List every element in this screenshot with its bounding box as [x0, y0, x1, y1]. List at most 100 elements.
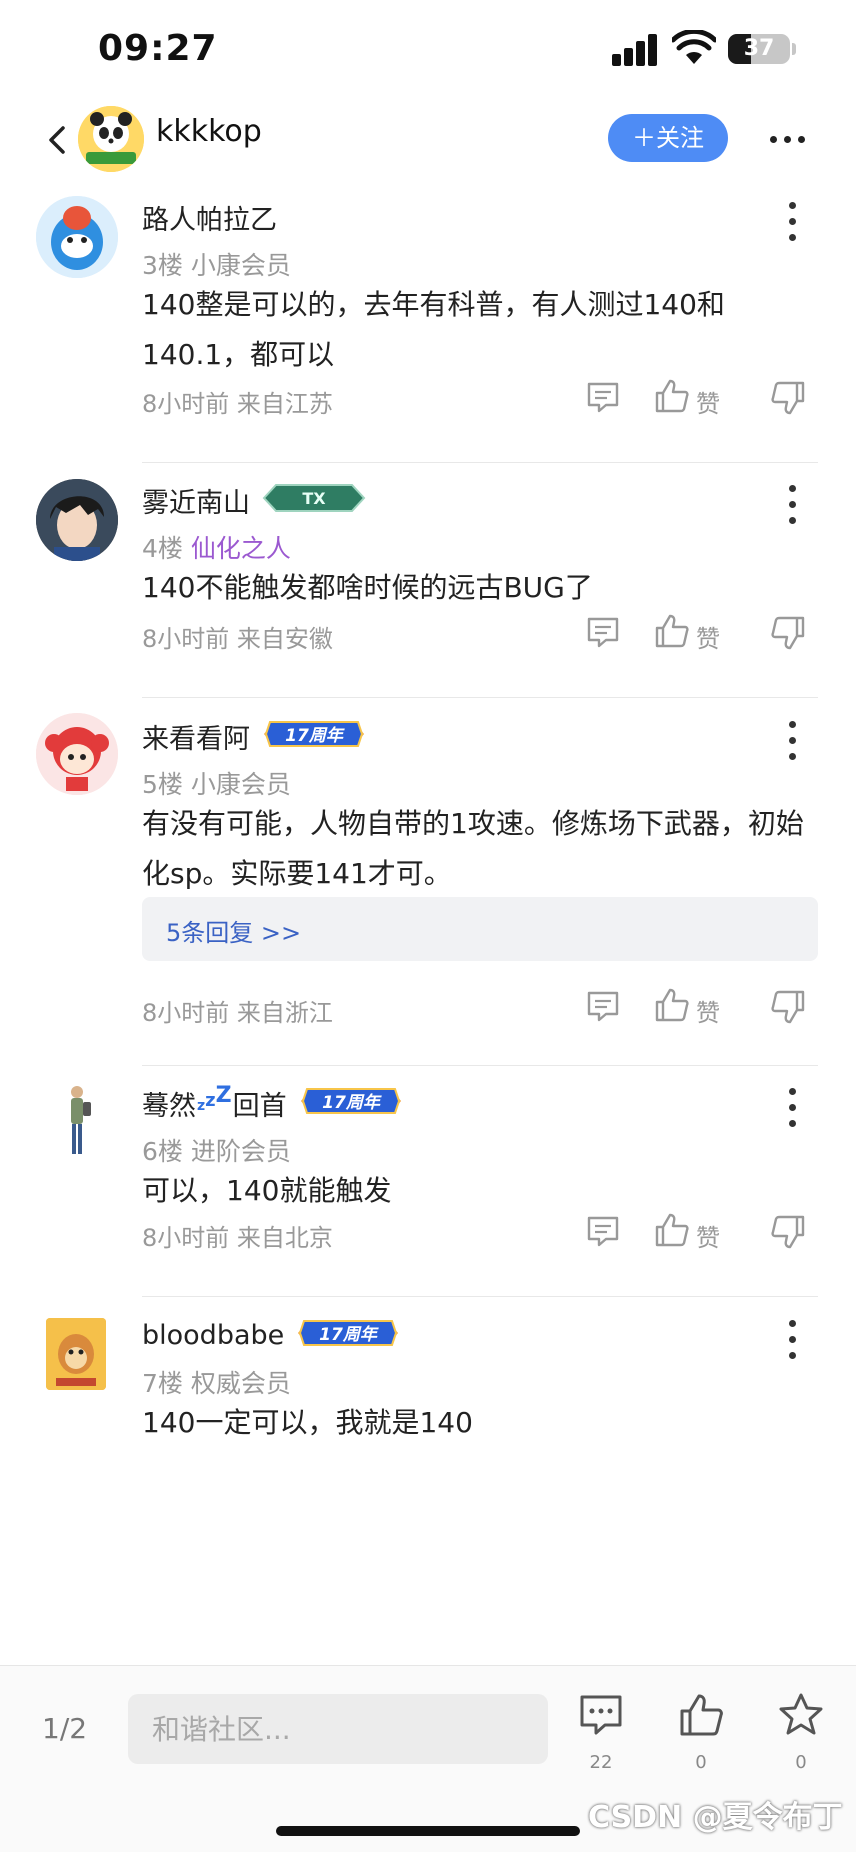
- anniversary-badge: 17周年: [296, 1317, 400, 1353]
- replies-link[interactable]: 5条回复 >>: [166, 913, 301, 948]
- more-options-icon[interactable]: [770, 124, 806, 154]
- reply-icon[interactable]: [586, 989, 620, 1023]
- floor-number: 6楼: [142, 1137, 183, 1166]
- bottom-action-bar: 1/2 22 0 0 CSDN @夏令布丁: [0, 1665, 856, 1852]
- username[interactable]: 雾近南山: [142, 481, 250, 520]
- like-label[interactable]: 赞: [696, 1218, 720, 1253]
- page-indicator[interactable]: 1/2: [42, 1712, 87, 1745]
- floor-number: 3楼: [142, 251, 183, 280]
- anniversary-badge: 17周年: [299, 1085, 403, 1121]
- time-location: 8小时前 来自江苏: [142, 390, 333, 418]
- like-icon[interactable]: [654, 378, 690, 414]
- member-level: 进阶会员: [190, 1137, 291, 1166]
- follow-button[interactable]: ＋关注: [608, 114, 728, 162]
- star-count: 0: [795, 1752, 807, 1773]
- comments-icon[interactable]: [578, 1692, 624, 1738]
- divider: [142, 1065, 818, 1066]
- member-level: 仙化之人: [190, 534, 291, 563]
- watermark: CSDN @夏令布丁: [588, 1800, 843, 1835]
- post-meta: 7楼 权威会员: [142, 1364, 291, 1400]
- username-row: 来看看阿 17周年: [142, 717, 366, 756]
- back-icon[interactable]: [38, 120, 78, 160]
- post-meta: 3楼 小康会员: [142, 246, 291, 282]
- reply-icon[interactable]: [586, 380, 620, 414]
- post-footer: 8小时前 来自北京 赞: [142, 1212, 818, 1254]
- post-meta: 5楼 小康会员: [142, 765, 291, 801]
- badge-text: 17周年: [322, 1093, 382, 1113]
- post-footer: 8小时前 来自安徽 赞: [142, 613, 818, 655]
- comment-text: 140整是可以的，去年有科普，有人测过140和140.1，都可以: [142, 288, 725, 371]
- time-location: 8小时前 来自浙江: [142, 999, 333, 1027]
- comment-text: 140不能触发都啥时候的远古BUG了: [142, 571, 593, 604]
- avatar[interactable]: [36, 196, 118, 278]
- post-footer: 8小时前 来自浙江 赞: [142, 987, 818, 1029]
- like-label[interactable]: 赞: [696, 619, 720, 654]
- like-label[interactable]: 赞: [696, 993, 720, 1028]
- username[interactable]: 路人帕拉乙: [142, 198, 277, 237]
- badge-text: TX: [302, 489, 326, 508]
- like-icon[interactable]: [654, 987, 690, 1023]
- post-more-icon[interactable]: [784, 1320, 800, 1360]
- comment-text: 有没有可能，人物自带的1攻速。修炼场下武器，初始化sp。实际要141才可。: [142, 807, 804, 890]
- username[interactable]: bloodbabe: [142, 1320, 284, 1351]
- like-icon[interactable]: [654, 613, 690, 649]
- comment-feed[interactable]: 路人帕拉乙 3楼 小康会员 140整是可以的，去年有科普，有人测过140和140…: [0, 180, 856, 1665]
- time-location: 8小时前 来自安徽: [142, 625, 333, 653]
- tx-badge: TX: [262, 483, 366, 517]
- post-more-icon[interactable]: [784, 202, 800, 242]
- post-more-icon[interactable]: [784, 1088, 800, 1128]
- battery-tip: [792, 43, 796, 55]
- like-count: 0: [695, 1752, 707, 1773]
- status-time: 09:27: [98, 28, 218, 69]
- member-level: 权威会员: [190, 1369, 291, 1398]
- post-footer: 8小时前 来自江苏 赞: [142, 378, 818, 420]
- username-row: bloodbabe 17周年: [142, 1318, 400, 1352]
- status-bar: 09:27 37: [0, 0, 856, 100]
- battery-level: 37: [743, 36, 775, 61]
- anniversary-badge: 17周年: [262, 718, 366, 754]
- username-suffix[interactable]: 回首: [233, 1084, 287, 1123]
- reply-icon[interactable]: [586, 1214, 620, 1248]
- avatar[interactable]: [36, 713, 118, 795]
- dislike-icon[interactable]: [770, 989, 806, 1025]
- dislike-icon[interactable]: [770, 380, 806, 416]
- divider: [142, 697, 818, 698]
- reply-input[interactable]: [128, 1694, 548, 1764]
- like-icon[interactable]: [654, 1212, 690, 1248]
- author-username[interactable]: kkkkop: [156, 114, 262, 149]
- divider: [142, 1296, 818, 1297]
- dislike-icon[interactable]: [770, 615, 806, 651]
- post-meta: 4楼 仙化之人: [142, 529, 291, 565]
- battery-icon: 37: [728, 34, 790, 64]
- comment-text: 140一定可以，我就是140: [142, 1406, 473, 1439]
- floor-number: 4楼: [142, 534, 183, 563]
- avatar[interactable]: [36, 1080, 118, 1162]
- star-icon[interactable]: [778, 1692, 824, 1738]
- dislike-icon[interactable]: [770, 1214, 806, 1250]
- cellular-signal-icon: [612, 34, 662, 66]
- username[interactable]: 蓦然: [142, 1084, 196, 1123]
- author-avatar[interactable]: [78, 106, 144, 172]
- comment-count: 22: [589, 1752, 613, 1773]
- member-level: 小康会员: [190, 770, 291, 799]
- reply-icon[interactable]: [586, 615, 620, 649]
- avatar[interactable]: [46, 1318, 106, 1390]
- badge-text: 17周年: [319, 1325, 379, 1345]
- sleep-zzz-icon: zzZ: [197, 1082, 232, 1114]
- thread-header: kkkkop ＋关注: [0, 100, 856, 180]
- comment-text: 可以，140就能触发: [142, 1174, 392, 1207]
- floor-number: 5楼: [142, 770, 183, 799]
- username-row: 雾近南山 TX: [142, 481, 366, 520]
- time-location: 8小时前 来自北京: [142, 1224, 333, 1252]
- like-icon[interactable]: [678, 1692, 724, 1738]
- like-label[interactable]: 赞: [696, 384, 720, 419]
- home-indicator[interactable]: [276, 1826, 580, 1836]
- badge-text: 17周年: [285, 726, 345, 746]
- post-more-icon[interactable]: [784, 485, 800, 525]
- username[interactable]: 来看看阿: [142, 717, 250, 756]
- post-meta: 6楼 进阶会员: [142, 1132, 291, 1168]
- replies-preview-button[interactable]: 5条回复 >>: [142, 897, 818, 961]
- post-more-icon[interactable]: [784, 721, 800, 761]
- username-row: 蓦然 zzZ 回首 17周年: [142, 1082, 403, 1123]
- avatar[interactable]: [36, 479, 118, 561]
